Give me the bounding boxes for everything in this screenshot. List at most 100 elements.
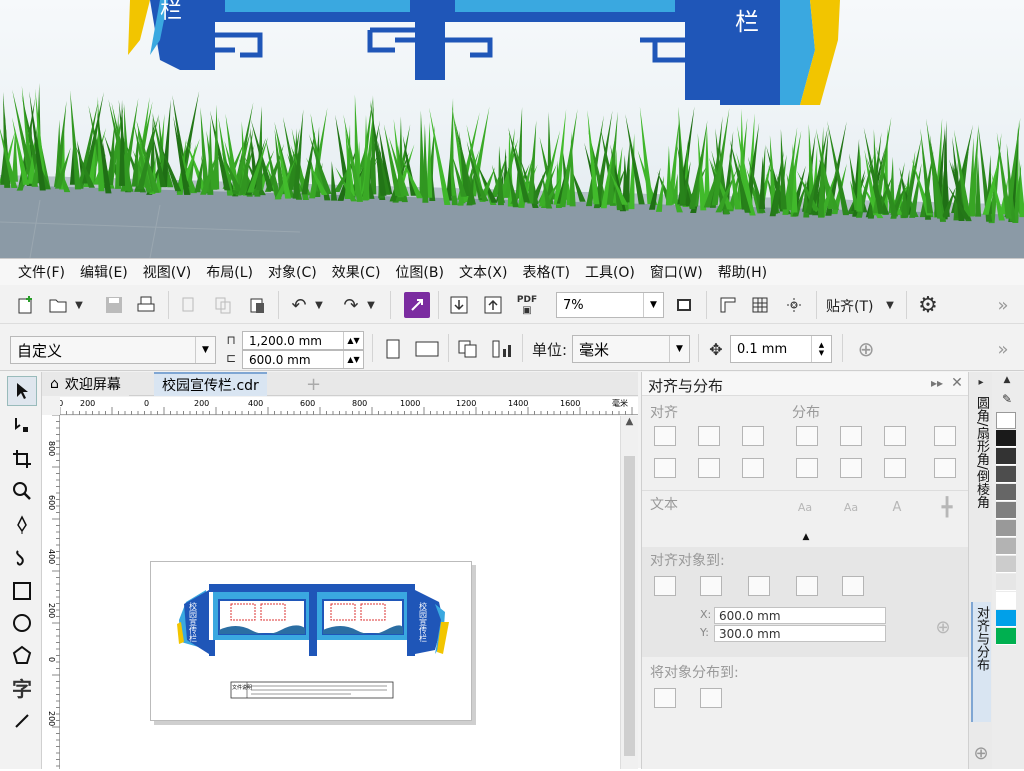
save-icon[interactable] — [100, 291, 128, 319]
crop-tool-icon[interactable] — [7, 444, 37, 474]
y-coordinate-field[interactable]: 300.0 mm — [714, 625, 886, 642]
add-docker-icon[interactable]: ⊕ — [972, 743, 990, 764]
tab-align-distribute[interactable]: 对齐与分布 — [971, 602, 991, 722]
palette-swatch[interactable] — [996, 484, 1016, 501]
menu-effects[interactable]: 效果(C) — [332, 262, 381, 282]
distribute-left-icon[interactable] — [796, 426, 818, 446]
drawing-canvas[interactable]: 校园宣传栏 校园宣传栏 文件说明 — [60, 416, 620, 769]
freehand-tool-icon[interactable] — [7, 510, 37, 540]
open-dropdown-icon[interactable]: ▼ — [72, 291, 86, 319]
rectangle-tool-icon[interactable] — [7, 576, 37, 606]
redo-dropdown-icon[interactable]: ▼ — [364, 291, 378, 319]
undo-dropdown-icon[interactable]: ▼ — [312, 291, 326, 319]
document-page[interactable]: 校园宣传栏 校园宣传栏 文件说明 — [150, 561, 472, 721]
page-width-field[interactable]: 1,200.0 mm ▲▼ — [242, 331, 364, 350]
eyedropper-icon[interactable]: ✎ — [998, 390, 1016, 408]
align-right-icon[interactable] — [742, 426, 764, 446]
polygon-tool-icon[interactable] — [7, 640, 37, 670]
collapse-arrow-icon[interactable]: ▲ — [798, 530, 814, 544]
full-screen-icon[interactable] — [670, 291, 698, 319]
rulers-icon[interactable] — [714, 291, 742, 319]
palette-swatch[interactable] — [996, 502, 1016, 519]
guidelines-icon[interactable] — [780, 291, 808, 319]
menu-edit[interactable]: 编辑(E) — [80, 262, 128, 282]
palette-swatch[interactable] — [996, 538, 1016, 555]
print-icon[interactable] — [132, 291, 160, 319]
text-line-baseline-icon[interactable]: Aa — [838, 496, 864, 518]
menu-table[interactable]: 表格(T) — [522, 262, 569, 282]
portrait-icon[interactable] — [380, 335, 406, 363]
add-preset-icon[interactable]: ⊕ — [852, 335, 880, 363]
expand-arrow-icon[interactable]: ▸ — [973, 374, 989, 390]
align-top-icon[interactable] — [654, 458, 676, 478]
menu-window[interactable]: 窗口(W) — [650, 262, 703, 282]
page-height-field[interactable]: 600.0 mm ▲▼ — [242, 350, 364, 369]
palette-swatch[interactable] — [996, 628, 1016, 645]
ellipse-tool-icon[interactable] — [7, 608, 37, 638]
close-icon[interactable]: ✕ — [948, 374, 966, 392]
distribute-center-icon[interactable] — [840, 426, 862, 446]
pick-tool-icon[interactable] — [7, 376, 37, 406]
distribute-to-selection-icon[interactable] — [654, 688, 676, 708]
zoom-level-select[interactable]: 7% ▼ — [556, 292, 664, 318]
menu-view[interactable]: 视图(V) — [143, 262, 192, 282]
x-coordinate-field[interactable]: 600.0 mm — [714, 607, 886, 624]
landscape-icon[interactable] — [412, 335, 442, 363]
distribute-bottom-icon[interactable] — [934, 458, 956, 478]
stepper-icon[interactable]: ▲▼ — [343, 351, 363, 368]
page-size-preset-select[interactable]: 自定义 ▼ — [10, 336, 216, 364]
add-tab-icon[interactable]: + — [298, 372, 329, 396]
scroll-thumb[interactable] — [624, 456, 635, 756]
align-to-grid-icon[interactable] — [796, 576, 818, 596]
text-bbox-icon[interactable]: A — [884, 496, 910, 518]
stepper-icon[interactable]: ▲▼ — [811, 336, 831, 362]
all-pages-icon[interactable] — [454, 335, 482, 363]
zoom-tool-icon[interactable] — [7, 476, 37, 506]
palette-swatch[interactable] — [996, 466, 1016, 483]
palette-scroll-up-icon[interactable]: ▲ — [998, 372, 1016, 388]
grid-icon[interactable] — [746, 291, 774, 319]
distribute-v-spacing-icon[interactable] — [884, 458, 906, 478]
current-page-icon[interactable] — [488, 335, 516, 363]
distribute-to-page-icon[interactable] — [700, 688, 722, 708]
palette-swatch[interactable] — [996, 430, 1016, 447]
corel-connect-icon[interactable] — [404, 292, 430, 318]
undo-icon[interactable]: ↶ — [286, 291, 312, 319]
text-baseline-icon[interactable]: Aa — [792, 496, 818, 518]
new-document-icon[interactable] — [12, 291, 40, 319]
palette-swatch[interactable] — [996, 412, 1016, 429]
align-to-page-center-icon[interactable] — [748, 576, 770, 596]
more-icon[interactable]: » — [990, 291, 1016, 319]
shape-tool-icon[interactable] — [7, 410, 37, 440]
text-anchor-icon[interactable]: ╋ — [934, 496, 960, 518]
palette-swatch[interactable] — [996, 574, 1016, 591]
palette-swatch[interactable] — [996, 610, 1016, 627]
menu-text[interactable]: 文本(X) — [459, 262, 508, 282]
export-icon[interactable] — [480, 291, 506, 319]
distribute-spacing-icon[interactable] — [884, 426, 906, 446]
distribute-middle-icon[interactable] — [840, 458, 862, 478]
cut-icon[interactable] — [176, 291, 202, 319]
open-folder-icon[interactable] — [44, 291, 72, 319]
align-center-v-icon[interactable] — [698, 458, 720, 478]
bulletin-board-artwork[interactable]: 校园宣传栏 校园宣传栏 文件说明 — [151, 562, 471, 720]
stepper-icon[interactable]: ▲▼ — [343, 332, 363, 349]
import-icon[interactable] — [446, 291, 472, 319]
add-point-icon[interactable]: ⊕ — [932, 616, 954, 638]
paste-icon[interactable] — [244, 291, 270, 319]
menu-help[interactable]: 帮助(H) — [718, 262, 767, 282]
options-gear-icon[interactable]: ⚙ — [914, 291, 942, 319]
menu-tools[interactable]: 工具(O) — [585, 262, 635, 282]
align-to-point-icon[interactable] — [842, 576, 864, 596]
palette-swatch[interactable] — [996, 556, 1016, 573]
menu-object[interactable]: 对象(C) — [268, 262, 317, 282]
palette-swatch[interactable] — [996, 592, 1016, 609]
redo-icon[interactable]: ↷ — [338, 291, 364, 319]
align-left-icon[interactable] — [654, 426, 676, 446]
align-bottom-icon[interactable] — [742, 458, 764, 478]
more-icon[interactable]: » — [990, 335, 1016, 363]
snap-to-button[interactable]: 贴齐(T) — [826, 296, 873, 316]
align-center-h-icon[interactable] — [698, 426, 720, 446]
align-to-active-icon[interactable] — [654, 576, 676, 596]
nudge-distance-field[interactable]: 0.1 mm ▲ ▼ — [730, 335, 832, 363]
